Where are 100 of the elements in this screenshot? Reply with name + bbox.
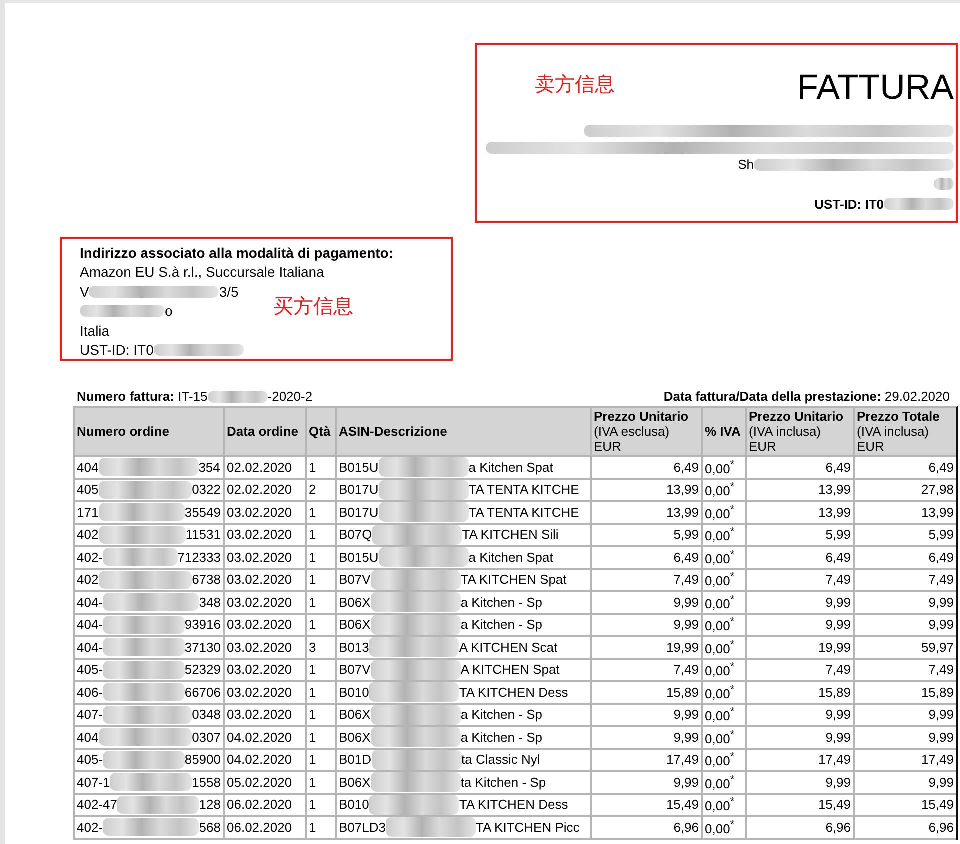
table-cell: 7,49 — [590, 570, 701, 592]
description-text: a Kitchen - Sp — [460, 594, 542, 610]
table-cell: 19,99 — [590, 637, 701, 660]
table-cell: 0,00$^{*}$ — [701, 772, 745, 794]
table-cell: 6,49 — [745, 547, 853, 570]
order-number-text: 11531 — [186, 527, 221, 542]
order-number-text: 128 — [199, 797, 221, 812]
table-cell: 9,99 — [745, 704, 853, 727]
table-cell: 1 — [305, 727, 335, 750]
table-cell: 1 — [305, 457, 335, 480]
annotation-label: 买方信息 — [274, 293, 355, 320]
column-header: Qtà — [305, 408, 335, 457]
order-number-text: 354 — [198, 460, 220, 475]
table-cell: 02.02.2020 — [223, 457, 305, 480]
table-cell: 13,99 — [590, 480, 701, 502]
asin-text: B017U — [339, 504, 379, 520]
description-text: TA KITCHEN Dess — [459, 684, 568, 700]
table-cell: 9,99 — [590, 704, 701, 727]
description-text: TA KITCHEN Spat — [460, 572, 567, 588]
table-cell: 1 — [305, 614, 335, 637]
table-cell: 0,00$^{*}$ — [701, 614, 745, 637]
table-cell: 1 — [305, 547, 335, 570]
table-cell: 19,99 — [745, 637, 853, 660]
table-cell: 13,99 — [745, 502, 853, 524]
table-cell: 9,99 — [853, 592, 956, 614]
asin-text: B06X — [339, 730, 371, 745]
table-cell: 0,00$^{*}$ — [701, 727, 745, 750]
table-cell: 03.02.2020 — [223, 637, 305, 660]
order-number-text: 406- — [77, 684, 104, 700]
table-cell: 6,49 — [853, 457, 956, 480]
invoice-date: 29.02.2020 — [884, 389, 950, 404]
asin-text: B06X — [339, 617, 371, 632]
table-cell: 9,99 — [590, 727, 701, 750]
buyer-country: Italia — [80, 322, 110, 339]
table-cell: 06.02.2020 — [223, 817, 305, 840]
table-cell: 9,99 — [853, 704, 956, 727]
order-number-text: 1558 — [192, 774, 221, 790]
table-cell: 0,00$^{*}$ — [701, 547, 745, 570]
column-header: Data ordine — [223, 408, 305, 457]
table-cell: 15,89 — [590, 682, 701, 704]
order-number-text: 0322 — [192, 482, 221, 498]
invoice-number: IT-15 — [178, 389, 208, 404]
asin-text: B07LD3 — [339, 820, 386, 835]
asin-text: B015U — [339, 460, 379, 475]
description-text: a Kitchen Spat — [468, 550, 554, 565]
order-number-text: 405- — [77, 752, 104, 768]
invoice-number-label: Numero fattura: — [77, 389, 175, 404]
description-text: A KITCHEN Spat — [460, 662, 560, 678]
asin-text: B06X — [339, 594, 371, 610]
table-cell: 0,00$^{*}$ — [701, 592, 745, 614]
asin-text: B017U — [339, 482, 379, 498]
asin-text: B010 — [339, 684, 370, 700]
description-text: ta Classic Nyl — [462, 752, 540, 768]
buyer-address-text: V — [80, 284, 90, 300]
table-cell: 0,00$^{*}$ — [701, 502, 745, 524]
description-text: TA TENTA KITCHE — [468, 504, 580, 520]
table-cell: 7,49 — [745, 660, 853, 682]
table-cell: 9,99 — [853, 614, 956, 637]
invoice-number: -2020-2 — [268, 389, 313, 404]
table-cell: 9,99 — [853, 772, 956, 794]
order-number-text: 402- — [77, 820, 104, 835]
table-cell: 9,99 — [590, 592, 701, 614]
table-cell: 1 — [305, 704, 335, 727]
description-text: a Kitchen Spat — [468, 460, 554, 475]
buyer-name: Amazon EU S.à r.l., Succursale Italiana — [80, 264, 324, 280]
table-cell: 9,99 — [745, 772, 853, 794]
order-number-text: 712333 — [178, 550, 221, 565]
table-cell: 03.02.2020 — [223, 682, 305, 704]
table-cell: 15,89 — [745, 682, 853, 704]
table-cell: 7,49 — [745, 570, 853, 592]
table-cell: 1 — [305, 524, 335, 547]
table-cell: 04.02.2020 — [223, 727, 305, 750]
asin-text: B07V — [339, 662, 371, 678]
table-cell: 1 — [305, 817, 335, 840]
description-text: A KITCHEN Scat — [459, 640, 558, 655]
seller-address-text: Sh — [738, 157, 754, 172]
table-cell: 15,49 — [745, 794, 853, 817]
table-cell: 17,49 — [853, 750, 956, 772]
order-number-text: 402-47 — [77, 797, 118, 812]
table-cell: 02.02.2020 — [223, 480, 305, 502]
table-cell: 1 — [305, 592, 335, 614]
blurred-text — [934, 178, 954, 190]
table-cell: 9,99 — [745, 614, 853, 637]
order-number-text: 66706 — [184, 684, 221, 700]
table-cell: 0,00$^{*}$ — [701, 480, 745, 502]
table-cell: 0,00$^{*}$ — [701, 704, 745, 727]
asin-text: B06X — [339, 774, 371, 790]
asin-text: B015U — [339, 550, 379, 565]
order-number-text: 0348 — [192, 707, 221, 722]
order-number-text: 52329 — [184, 662, 221, 678]
column-header: % IVA — [701, 408, 745, 457]
buyer-address-text: o — [165, 303, 173, 320]
table-cell: 0,00$^{*}$ — [701, 817, 745, 840]
blurred-text — [208, 390, 268, 402]
description-text: a Kitchen - Sp — [460, 707, 542, 722]
asin-text: B013 — [339, 640, 370, 655]
table-cell: 03.02.2020 — [223, 614, 305, 637]
order-number-text: 6738 — [192, 572, 221, 588]
blurred-text — [884, 198, 954, 210]
table-cell: 6,96 — [853, 817, 956, 840]
